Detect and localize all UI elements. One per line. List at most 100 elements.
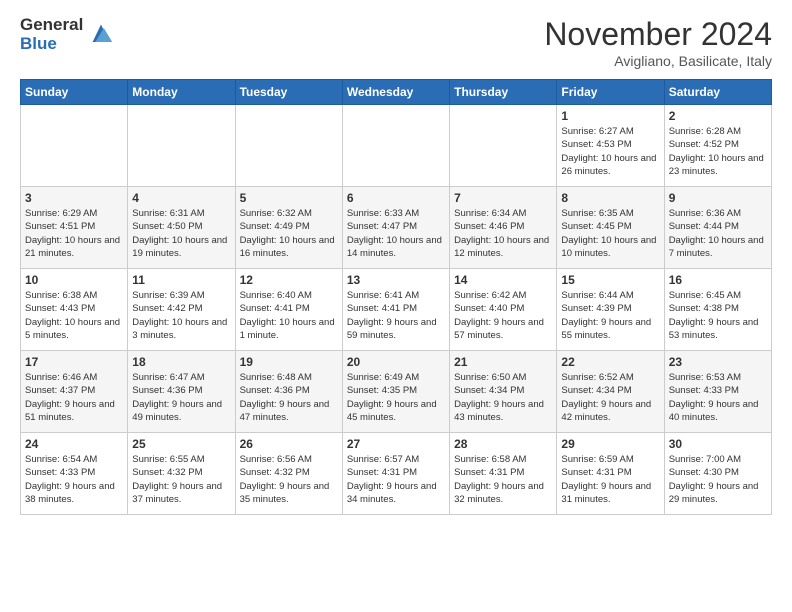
calendar-cell: 9 Sunrise: 6:36 AM Sunset: 4:44 PM Daylig… (664, 187, 771, 269)
calendar-cell: 22 Sunrise: 6:52 AM Sunset: 4:34 PM Dayli… (557, 351, 664, 433)
calendar-cell: 27 Sunrise: 6:57 AM Sunset: 4:31 PM Dayli… (342, 433, 449, 515)
logo: General Blue (20, 16, 115, 53)
calendar-cell (342, 105, 449, 187)
calendar-cell: 10 Sunrise: 6:38 AM Sunset: 4:43 PM Dayli… (21, 269, 128, 351)
day-info: Sunrise: 6:29 AM Sunset: 4:51 PM Dayligh… (25, 207, 123, 260)
day-number: 4 (132, 191, 230, 205)
day-info: Sunrise: 6:45 AM Sunset: 4:38 PM Dayligh… (669, 289, 767, 342)
day-number: 1 (561, 109, 659, 123)
weekday-header-wednesday: Wednesday (342, 80, 449, 105)
calendar-cell: 5Sunrise: 6:32 AM Sunset: 4:49 PM Daylig… (235, 187, 342, 269)
day-number: 20 (347, 355, 445, 369)
day-number: 24 (25, 437, 123, 451)
day-number: 16 (669, 273, 767, 287)
calendar-cell: 4Sunrise: 6:31 AM Sunset: 4:50 PM Daylig… (128, 187, 235, 269)
day-number: 3 (25, 191, 123, 205)
day-info: Sunrise: 6:36 AM Sunset: 4:44 PM Dayligh… (669, 207, 767, 260)
day-info: Sunrise: 6:34 AM Sunset: 4:46 PM Dayligh… (454, 207, 552, 260)
calendar-cell: 13Sunrise: 6:41 AM Sunset: 4:41 PM Dayli… (342, 269, 449, 351)
day-info: Sunrise: 6:47 AM Sunset: 4:36 PM Dayligh… (132, 371, 230, 424)
calendar-cell: 16 Sunrise: 6:45 AM Sunset: 4:38 PM Dayli… (664, 269, 771, 351)
day-info: Sunrise: 6:46 AM Sunset: 4:37 PM Dayligh… (25, 371, 123, 424)
calendar-cell: 8 Sunrise: 6:35 AM Sunset: 4:45 PM Daylig… (557, 187, 664, 269)
calendar-cell: 3 Sunrise: 6:29 AM Sunset: 4:51 PM Daylig… (21, 187, 128, 269)
location: Avigliano, Basilicate, Italy (544, 53, 772, 69)
calendar-cell: 7 Sunrise: 6:34 AM Sunset: 4:46 PM Daylig… (450, 187, 557, 269)
logo-icon (87, 21, 115, 49)
day-info: Sunrise: 6:38 AM Sunset: 4:43 PM Dayligh… (25, 289, 123, 342)
day-info: Sunrise: 6:28 AM Sunset: 4:52 PM Dayligh… (669, 125, 767, 178)
day-number: 11 (132, 273, 230, 287)
day-number: 10 (25, 273, 123, 287)
title-block: November 2024 Avigliano, Basilicate, Ita… (544, 16, 772, 69)
calendar-cell: 24 Sunrise: 6:54 AM Sunset: 4:33 PM Dayli… (21, 433, 128, 515)
calendar-cell: 20 Sunrise: 6:49 AM Sunset: 4:35 PM Dayli… (342, 351, 449, 433)
day-number: 2 (669, 109, 767, 123)
day-info: Sunrise: 6:58 AM Sunset: 4:31 PM Dayligh… (454, 453, 552, 506)
header: General Blue November 2024 Avigliano, Ba… (20, 16, 772, 69)
day-info: Sunrise: 6:42 AM Sunset: 4:40 PM Dayligh… (454, 289, 552, 342)
calendar-cell: 28 Sunrise: 6:58 AM Sunset: 4:31 PM Dayli… (450, 433, 557, 515)
day-info: Sunrise: 6:48 AM Sunset: 4:36 PM Dayligh… (240, 371, 338, 424)
day-number: 5 (240, 191, 338, 205)
logo-blue: Blue (20, 35, 83, 54)
day-info: Sunrise: 6:39 AM Sunset: 4:42 PM Dayligh… (132, 289, 230, 342)
calendar-table: SundayMondayTuesdayWednesdayThursdayFrid… (20, 79, 772, 515)
day-info: Sunrise: 6:52 AM Sunset: 4:34 PM Dayligh… (561, 371, 659, 424)
calendar-cell: 23 Sunrise: 6:53 AM Sunset: 4:33 PM Dayli… (664, 351, 771, 433)
calendar-cell: 1 Sunrise: 6:27 AM Sunset: 4:53 PM Daylig… (557, 105, 664, 187)
day-info: Sunrise: 6:35 AM Sunset: 4:45 PM Dayligh… (561, 207, 659, 260)
calendar-cell: 14Sunrise: 6:42 AM Sunset: 4:40 PM Dayli… (450, 269, 557, 351)
weekday-header-monday: Monday (128, 80, 235, 105)
day-number: 28 (454, 437, 552, 451)
calendar-cell: 21Sunrise: 6:50 AM Sunset: 4:34 PM Dayli… (450, 351, 557, 433)
day-number: 25 (132, 437, 230, 451)
day-number: 15 (561, 273, 659, 287)
week-row-5: 24 Sunrise: 6:54 AM Sunset: 4:33 PM Dayli… (21, 433, 772, 515)
day-number: 26 (240, 437, 338, 451)
day-info: Sunrise: 6:56 AM Sunset: 4:32 PM Dayligh… (240, 453, 338, 506)
week-row-1: 1 Sunrise: 6:27 AM Sunset: 4:53 PM Daylig… (21, 105, 772, 187)
day-number: 7 (454, 191, 552, 205)
weekday-header-row: SundayMondayTuesdayWednesdayThursdayFrid… (21, 80, 772, 105)
page: General Blue November 2024 Avigliano, Ba… (0, 0, 792, 525)
calendar-cell: 30 Sunrise: 7:00 AM Sunset: 4:30 PM Dayli… (664, 433, 771, 515)
calendar-cell: 11 Sunrise: 6:39 AM Sunset: 4:42 PM Dayli… (128, 269, 235, 351)
day-info: Sunrise: 6:57 AM Sunset: 4:31 PM Dayligh… (347, 453, 445, 506)
day-info: Sunrise: 6:27 AM Sunset: 4:53 PM Dayligh… (561, 125, 659, 178)
month-title: November 2024 (544, 16, 772, 53)
day-info: Sunrise: 6:44 AM Sunset: 4:39 PM Dayligh… (561, 289, 659, 342)
weekday-header-thursday: Thursday (450, 80, 557, 105)
calendar-cell: 6Sunrise: 6:33 AM Sunset: 4:47 PM Daylig… (342, 187, 449, 269)
day-info: Sunrise: 6:55 AM Sunset: 4:32 PM Dayligh… (132, 453, 230, 506)
day-info: Sunrise: 6:40 AM Sunset: 4:41 PM Dayligh… (240, 289, 338, 342)
calendar-cell: 19 Sunrise: 6:48 AM Sunset: 4:36 PM Dayli… (235, 351, 342, 433)
calendar-cell: 12Sunrise: 6:40 AM Sunset: 4:41 PM Dayli… (235, 269, 342, 351)
day-info: Sunrise: 6:49 AM Sunset: 4:35 PM Dayligh… (347, 371, 445, 424)
day-info: Sunrise: 6:41 AM Sunset: 4:41 PM Dayligh… (347, 289, 445, 342)
day-info: Sunrise: 6:50 AM Sunset: 4:34 PM Dayligh… (454, 371, 552, 424)
day-number: 18 (132, 355, 230, 369)
calendar-cell (450, 105, 557, 187)
day-number: 22 (561, 355, 659, 369)
day-info: Sunrise: 7:00 AM Sunset: 4:30 PM Dayligh… (669, 453, 767, 506)
calendar-cell: 17Sunrise: 6:46 AM Sunset: 4:37 PM Dayli… (21, 351, 128, 433)
day-number: 23 (669, 355, 767, 369)
day-number: 27 (347, 437, 445, 451)
calendar-cell: 25 Sunrise: 6:55 AM Sunset: 4:32 PM Dayli… (128, 433, 235, 515)
day-number: 8 (561, 191, 659, 205)
day-info: Sunrise: 6:53 AM Sunset: 4:33 PM Dayligh… (669, 371, 767, 424)
calendar-cell (21, 105, 128, 187)
day-info: Sunrise: 6:54 AM Sunset: 4:33 PM Dayligh… (25, 453, 123, 506)
weekday-header-tuesday: Tuesday (235, 80, 342, 105)
day-number: 29 (561, 437, 659, 451)
day-number: 9 (669, 191, 767, 205)
weekday-header-friday: Friday (557, 80, 664, 105)
week-row-3: 10 Sunrise: 6:38 AM Sunset: 4:43 PM Dayli… (21, 269, 772, 351)
calendar-cell: 2 Sunrise: 6:28 AM Sunset: 4:52 PM Daylig… (664, 105, 771, 187)
calendar-cell (235, 105, 342, 187)
day-number: 30 (669, 437, 767, 451)
day-number: 19 (240, 355, 338, 369)
day-number: 6 (347, 191, 445, 205)
week-row-2: 3 Sunrise: 6:29 AM Sunset: 4:51 PM Daylig… (21, 187, 772, 269)
